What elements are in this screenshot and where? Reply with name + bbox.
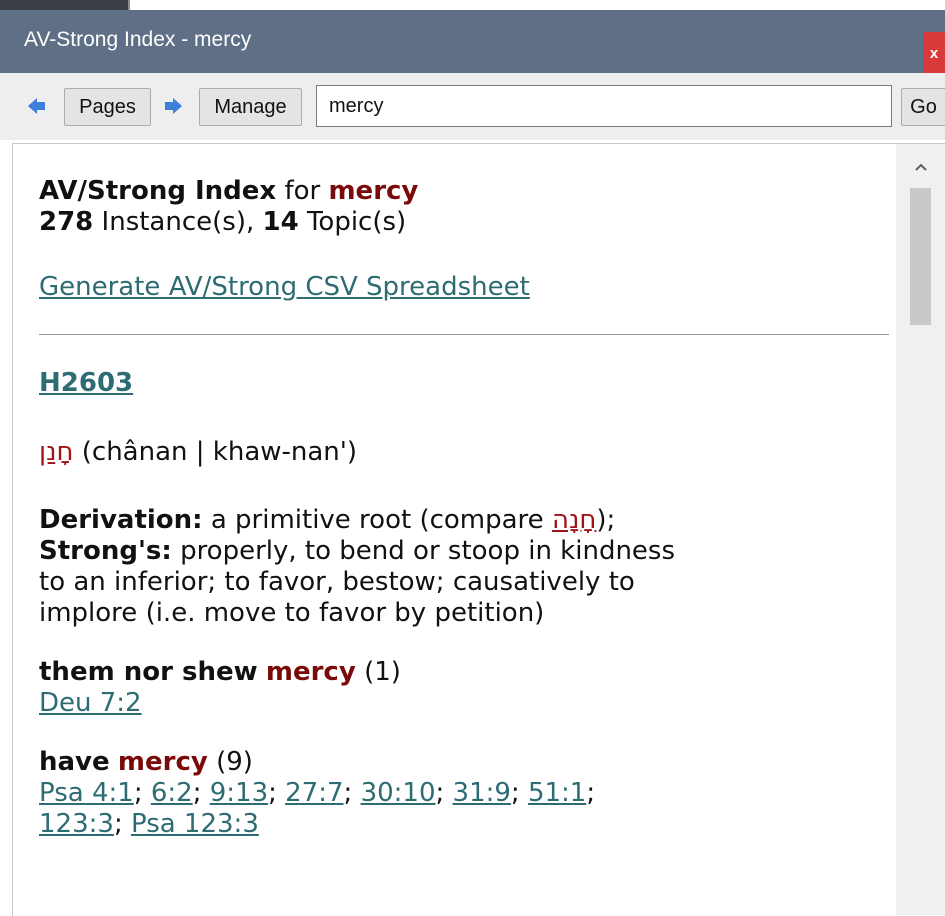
derivation-label: Derivation: [39, 505, 203, 535]
csv-line: Generate AV/Strong CSV Spreadsheet [39, 272, 899, 303]
left-arrow-icon[interactable] [28, 97, 46, 115]
title-bar: AV-Strong Index - mercy x [0, 10, 945, 76]
ref-link[interactable]: Psa 123:3 [131, 809, 259, 839]
usage-group: them nor shew mercy (1) Deu 7:2 [39, 657, 899, 719]
derivation-ref-link[interactable]: חָנָה [552, 505, 596, 535]
strongs-id-line: H2603 [39, 368, 899, 399]
chevron-up-icon[interactable] [896, 144, 945, 188]
transliteration: (chânan | khaw-nan') [81, 437, 358, 467]
ref-link[interactable]: Psa 4:1 [39, 778, 134, 808]
pages-button[interactable]: Pages [64, 88, 151, 126]
manage-button[interactable]: Manage [199, 88, 302, 126]
instance-label: Instance(s), [101, 207, 255, 237]
usage-refs: 123:3; Psa 123:3 [39, 809, 259, 839]
usage-keyword: mercy [117, 747, 208, 777]
toolbar: Pages Manage Go [0, 73, 945, 140]
for-word: for [284, 176, 321, 206]
strongs-def-line3: implore (i.e. move to favor by petition) [39, 598, 545, 628]
topic-count: 14 [262, 207, 299, 237]
index-title-line: AV/Strong Index for mercy [39, 176, 899, 207]
derivation-text: a primitive root (compare [210, 505, 544, 535]
strongs-def-line1: Strong's: properly, to bend or stoop in … [39, 536, 899, 567]
usage-count: (9) [216, 747, 253, 777]
index-title: AV/Strong Index [39, 176, 277, 206]
usage-group: have mercy (9) Psa 4:1; 6:2; 9:13; 27:7;… [39, 747, 899, 840]
background-tab [0, 0, 130, 10]
close-button[interactable]: x [923, 32, 945, 76]
usage-prefix: have [39, 747, 110, 777]
ref-link[interactable]: 27:7 [285, 778, 343, 808]
ref-link[interactable]: 51:1 [528, 778, 586, 808]
strongs-def-line2: to an inferior; to favor, bestow; causat… [39, 567, 635, 597]
query-term: mercy [328, 176, 419, 206]
index-body: AV/Strong Index for mercy 278 Instance(s… [39, 174, 899, 840]
usage-refs: Deu 7:2 [39, 688, 899, 719]
usage-prefix: them nor shew [39, 657, 258, 687]
usage-heading: have mercy (9) [39, 747, 899, 778]
csv-link[interactable]: Generate AV/Strong CSV Spreadsheet [39, 272, 530, 302]
content-pane: AV/Strong Index for mercy 278 Instance(s… [12, 143, 945, 916]
vertical-scrollbar[interactable] [896, 144, 945, 915]
usage-refs: Psa 4:1; 6:2; 9:13; 27:7; 30:10; 31:9; 5… [39, 778, 596, 808]
top-strip [0, 0, 945, 10]
usage-count: (1) [364, 657, 401, 687]
ref-link[interactable]: 31:9 [453, 778, 511, 808]
strongs-text-1: properly, to bend or stoop in kindness [180, 536, 676, 566]
usage-keyword: mercy [265, 657, 356, 687]
instance-count: 278 [39, 207, 94, 237]
ref-link[interactable]: 30:10 [361, 778, 436, 808]
strongs-label: Strong's: [39, 536, 172, 566]
derivation-end: ); [596, 505, 616, 535]
go-button[interactable]: Go [901, 88, 945, 126]
derivation-line: Derivation: a primitive root (compare חָ… [39, 505, 899, 536]
ref-link[interactable]: Deu 7:2 [39, 688, 142, 718]
hebrew-word: חָנַן [39, 437, 74, 467]
ref-link[interactable]: 6:2 [151, 778, 193, 808]
divider [39, 334, 889, 335]
topic-label: Topic(s) [306, 207, 407, 237]
strongs-id-link[interactable]: H2603 [39, 368, 133, 398]
count-line: 278 Instance(s), 14 Topic(s) [39, 207, 899, 238]
usage-heading: them nor shew mercy (1) [39, 657, 899, 688]
search-input[interactable] [316, 85, 892, 127]
scrollbar-thumb[interactable] [910, 188, 931, 325]
right-arrow-icon[interactable] [164, 97, 182, 115]
hebrew-line: חָנַן (chânan | khaw-nan') [39, 437, 899, 468]
window-title: AV-Strong Index - mercy [24, 28, 252, 51]
ref-link[interactable]: 9:13 [210, 778, 268, 808]
ref-link[interactable]: 123:3 [39, 809, 114, 839]
